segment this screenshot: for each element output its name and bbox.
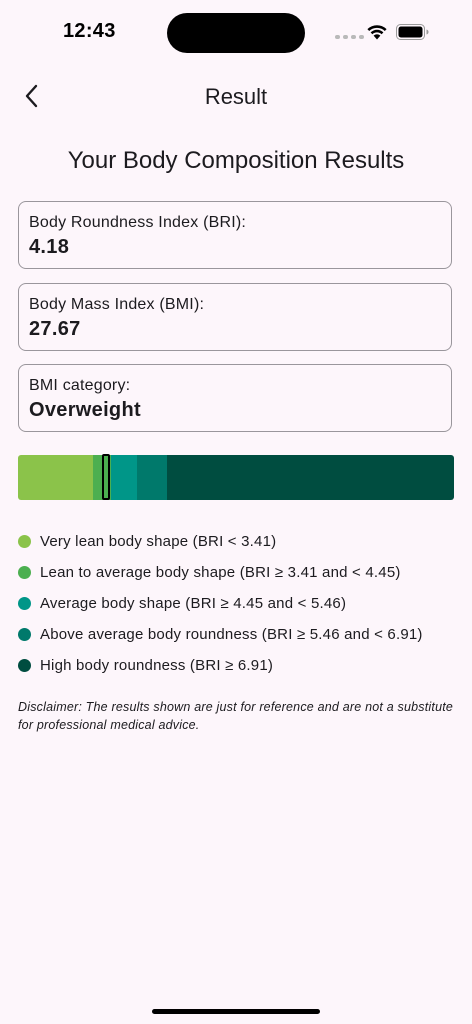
app-bar-title: Result	[204, 84, 268, 109]
legend-dot	[18, 628, 31, 641]
wifi-icon	[367, 25, 387, 40]
status-time: 12:43	[63, 20, 116, 42]
scale-segment-above-average	[137, 455, 167, 500]
legend-item: Very lean body shape (BRI < 3.41)	[18, 526, 458, 557]
bri-legend: Very lean body shape (BRI < 3.41) Lean t…	[18, 526, 458, 681]
page-title: Your Body Composition Results	[67, 147, 405, 174]
legend-item: Above average body roundness (BRI ≥ 5.46…	[18, 619, 458, 650]
status-bar: 12:43	[0, 0, 472, 64]
legend-item: Lean to average body shape (BRI ≥ 3.41 a…	[18, 557, 458, 588]
legend-text: High body roundness (BRI ≥ 6.91)	[40, 657, 274, 674]
legend-dot	[18, 535, 31, 548]
disclaimer-text: Disclaimer: The results shown are just f…	[18, 700, 454, 732]
bri-scale-bar	[18, 455, 454, 500]
legend-text: Average body shape (BRI ≥ 4.45 and < 5.4…	[40, 595, 347, 612]
legend-dot	[18, 566, 31, 579]
bri-marker	[102, 454, 111, 500]
result-screen: 12:43 Result Your Body Composition Resul…	[0, 0, 472, 1024]
legend-text: Very lean body shape (BRI < 3.41)	[40, 533, 277, 550]
bri-label: Body Roundness Index (BRI):	[29, 214, 247, 231]
battery-icon	[396, 24, 429, 40]
legend-dot	[18, 659, 31, 672]
bmi-value: 27.67	[29, 318, 81, 340]
scale-segment-high	[167, 455, 454, 500]
legend-item: High body roundness (BRI ≥ 6.91)	[18, 650, 458, 681]
bmi-category-value: Overweight	[29, 399, 141, 421]
home-indicator[interactable]	[152, 1009, 320, 1014]
legend-item: Average body shape (BRI ≥ 4.45 and < 5.4…	[18, 588, 458, 619]
scale-segment-average	[111, 455, 137, 500]
bmi-category-card: BMI category: Overweight	[18, 364, 452, 432]
cellular-signal-icon	[335, 35, 364, 39]
legend-text: Lean to average body shape (BRI ≥ 3.41 a…	[40, 564, 401, 581]
bmi-label: Body Mass Index (BMI):	[29, 296, 205, 313]
bmi-category-label: BMI category:	[29, 377, 131, 394]
app-bar: Result	[0, 70, 472, 126]
bri-card: Body Roundness Index (BRI): 4.18	[18, 201, 452, 269]
bmi-card: Body Mass Index (BMI): 27.67	[18, 283, 452, 351]
dynamic-island	[167, 13, 305, 53]
legend-text: Above average body roundness (BRI ≥ 5.46…	[40, 626, 423, 643]
scale-segment-very-lean	[18, 455, 93, 500]
legend-dot	[18, 597, 31, 610]
bri-value: 4.18	[29, 236, 70, 258]
